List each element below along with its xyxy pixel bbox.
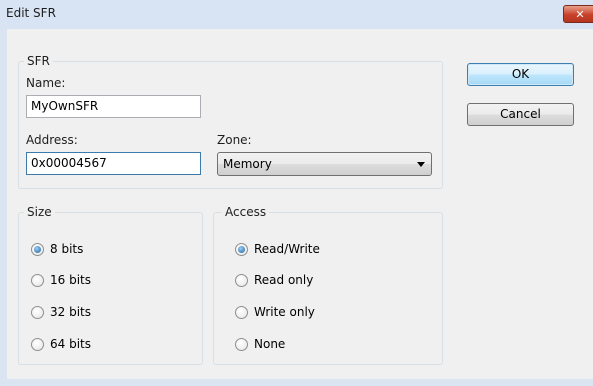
close-button[interactable]: ✕ — [563, 5, 593, 23]
address-field[interactable]: 0x00004567 — [26, 152, 201, 175]
size-group-legend: Size — [24, 205, 55, 219]
radio-button-read-only[interactable] — [235, 274, 248, 287]
radio-button-read-write[interactable] — [235, 243, 248, 256]
name-label: Name: — [26, 76, 66, 90]
size-option-64-bits[interactable]: 64 bits — [31, 337, 171, 353]
access-group-legend: Access — [222, 205, 270, 219]
edit-sfr-dialog: Edit SFR ✕ SFR Name: MyOwnSFR Address: 0… — [0, 0, 593, 386]
dialog-body: SFR Name: MyOwnSFR Address: 0x00004567 Z… — [7, 29, 593, 379]
name-field-value: MyOwnSFR — [31, 99, 99, 113]
access-option-write-only[interactable]: Write only — [235, 305, 415, 321]
access-option-none[interactable]: None — [235, 337, 415, 353]
ok-button[interactable]: OK — [467, 63, 574, 86]
address-field-value: 0x00004567 — [31, 156, 107, 170]
size-option-label: 64 bits — [50, 337, 91, 351]
chevron-down-icon — [417, 162, 425, 167]
cancel-button[interactable]: Cancel — [467, 103, 574, 126]
access-option-label: Read/Write — [254, 242, 320, 256]
sfr-group: SFR Name: MyOwnSFR Address: 0x00004567 Z… — [18, 54, 443, 189]
size-option-16-bits[interactable]: 16 bits — [31, 273, 171, 289]
size-option-32-bits[interactable]: 32 bits — [31, 305, 171, 321]
size-option-label: 32 bits — [50, 305, 91, 319]
radio-button-none[interactable] — [235, 338, 248, 351]
access-option-read-write[interactable]: Read/Write — [235, 242, 415, 258]
size-option-8-bits[interactable]: 8 bits — [31, 242, 171, 258]
access-group: Access Read/Write Read only Write only N… — [213, 205, 443, 365]
radio-button-64-bits[interactable] — [31, 338, 44, 351]
close-icon: ✕ — [575, 8, 585, 21]
access-option-label: Write only — [254, 305, 315, 319]
radio-button-32-bits[interactable] — [31, 306, 44, 319]
zone-select-value: Memory — [223, 157, 272, 171]
access-option-label: None — [254, 337, 286, 351]
access-option-label: Read only — [254, 273, 314, 287]
zone-select[interactable]: Memory — [217, 152, 432, 176]
radio-button-write-only[interactable] — [235, 306, 248, 319]
size-option-label: 16 bits — [50, 273, 91, 287]
address-label: Address: — [26, 133, 78, 147]
size-group: Size 8 bits 16 bits 32 bits 64 bits — [18, 205, 203, 365]
radio-button-8-bits[interactable] — [31, 243, 44, 256]
sfr-group-legend: SFR — [24, 54, 53, 68]
name-field[interactable]: MyOwnSFR — [26, 95, 201, 118]
access-option-read-only[interactable]: Read only — [235, 273, 415, 289]
radio-button-16-bits[interactable] — [31, 274, 44, 287]
window-title: Edit SFR — [6, 6, 56, 20]
zone-label: Zone: — [217, 133, 252, 147]
size-option-label: 8 bits — [50, 242, 84, 256]
title-bar[interactable]: Edit SFR ✕ — [0, 0, 593, 29]
